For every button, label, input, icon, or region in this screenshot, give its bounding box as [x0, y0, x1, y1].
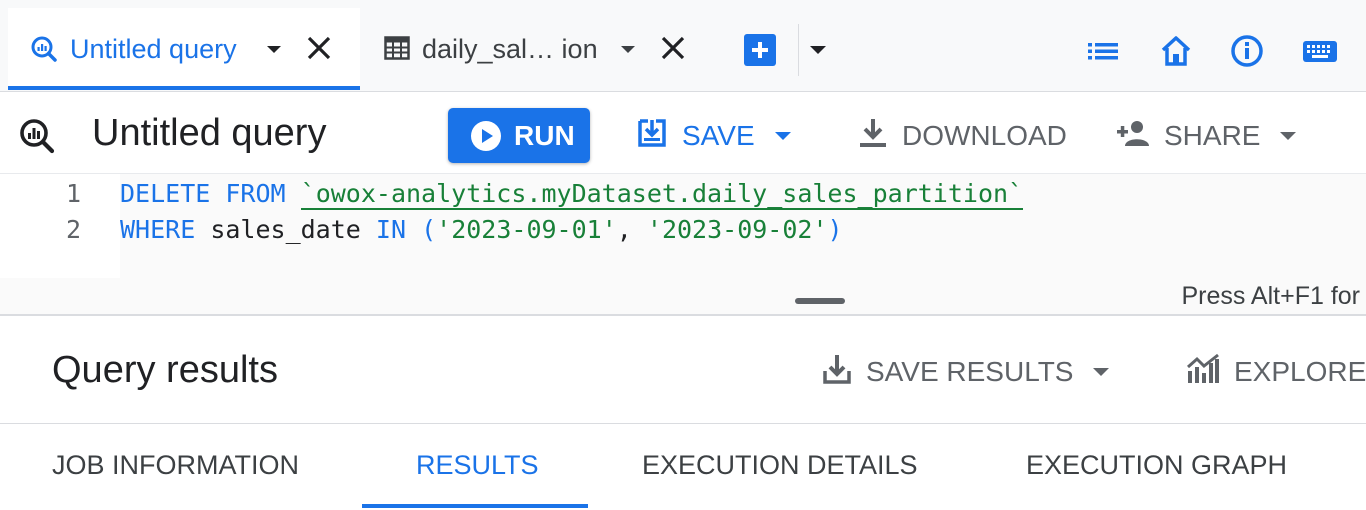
chart-icon [1186, 353, 1220, 392]
paren: ( [421, 215, 437, 244]
tab-results[interactable]: RESULTS [416, 450, 539, 481]
resize-handle[interactable] [795, 298, 845, 304]
run-button[interactable]: RUN [448, 108, 590, 163]
download-label: DOWNLOAD [902, 120, 1067, 151]
run-label: RUN [514, 120, 575, 151]
explore-label: EXPLORE D [1234, 356, 1366, 387]
code-line-1[interactable]: DELETE FROM `owox-analytics.myDataset.da… [120, 179, 1024, 210]
tab-menu-caret-icon[interactable] [267, 46, 281, 53]
chevron-down-icon [1280, 132, 1297, 140]
save-icon [636, 117, 668, 156]
tab-daily-sales[interactable]: daily_sal… ion [376, 8, 706, 90]
code-line-2[interactable]: WHERE sales_date IN ('2023-09-01', '2023… [120, 215, 843, 244]
keyword: DELETE FROM [120, 179, 286, 208]
query-toolbar: Untitled query RUN SAVE DOWNLOAD SHARE [0, 92, 1366, 174]
string-literal: '2023-09-01' [436, 215, 617, 244]
editor-footer: Press Alt+F1 for [0, 278, 1366, 316]
keyword: WHERE [120, 215, 196, 244]
keyboard-icon[interactable] [1302, 34, 1337, 68]
chevron-down-icon[interactable] [810, 46, 826, 54]
close-tab-icon[interactable] [660, 35, 686, 61]
keyword: IN [375, 215, 407, 244]
tab-execution-graph[interactable]: EXECUTION GRAPH [1026, 450, 1287, 481]
chevron-down-icon [1093, 368, 1110, 376]
save-label: SAVE [682, 120, 755, 151]
tab-menu-caret-icon[interactable] [621, 46, 635, 53]
home-icon[interactable] [1159, 34, 1193, 68]
add-icon[interactable] [744, 34, 776, 66]
info-icon[interactable] [1230, 34, 1264, 68]
accessibility-hint: Press Alt+F1 for [1181, 282, 1360, 310]
results-header: Query results SAVE RESULTS EXPLORE D [0, 316, 1366, 424]
query-icon [30, 35, 58, 70]
share-button[interactable]: SHARE [1116, 118, 1297, 155]
line-gutter [0, 174, 120, 278]
save-results-button[interactable]: SAVE RESULTS [822, 353, 1110, 392]
explore-data-button[interactable]: EXPLORE D [1186, 353, 1366, 392]
divider [798, 24, 799, 76]
results-tabs: JOB INFORMATION RESULTS EXECUTION DETAIL… [0, 424, 1366, 510]
sql-editor[interactable]: 1 2 DELETE FROM `owox-analytics.myDatase… [0, 174, 1366, 278]
line-number: 2 [66, 215, 82, 244]
person-add-icon [1116, 118, 1150, 155]
line-number: 1 [66, 179, 82, 208]
paren: ) [827, 215, 843, 244]
tab-bar: Untitled query daily_sal… ion [0, 0, 1366, 92]
save-results-label: SAVE RESULTS [866, 356, 1074, 387]
download-button[interactable]: DOWNLOAD [858, 118, 1067, 154]
close-tab-icon[interactable] [306, 35, 332, 61]
string-literal: '2023-09-02' [646, 215, 828, 244]
download-icon [822, 353, 852, 392]
comma: , [616, 215, 632, 244]
download-icon [858, 117, 888, 156]
tab-job-information[interactable]: JOB INFORMATION [52, 450, 299, 481]
share-label: SHARE [1164, 120, 1261, 151]
tab-untitled-query[interactable]: Untitled query [8, 8, 360, 90]
page-title: Untitled query [92, 112, 327, 154]
table-reference[interactable]: `owox-analytics.myDataset.daily_sales_pa… [300, 179, 1024, 210]
query-icon [18, 117, 56, 160]
tab-label: daily_sal… ion [422, 34, 598, 64]
chevron-down-icon [774, 132, 791, 140]
selected-tab-indicator [362, 504, 588, 508]
list-icon[interactable] [1086, 34, 1120, 68]
table-icon [384, 36, 410, 67]
save-button[interactable]: SAVE [636, 118, 791, 154]
tab-label: Untitled query [70, 34, 237, 64]
tab-execution-details[interactable]: EXECUTION DETAILS [642, 450, 918, 481]
results-title: Query results [52, 349, 278, 391]
column-name: sales_date [210, 215, 361, 244]
play-icon [470, 120, 502, 159]
